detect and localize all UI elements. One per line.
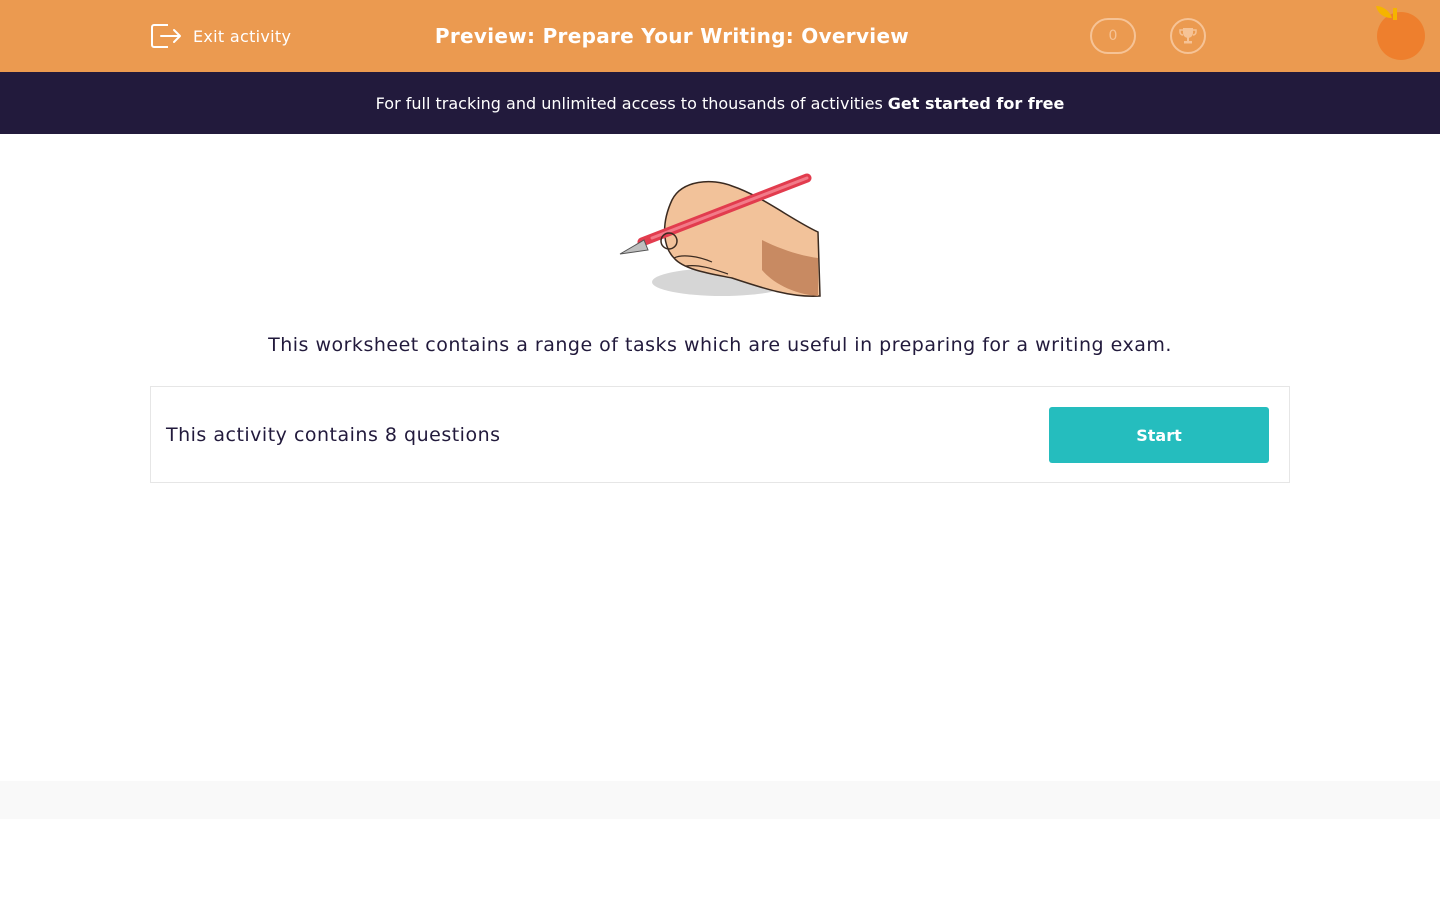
get-started-link[interactable]: Get started for free: [888, 94, 1065, 113]
trophy-icon: [1179, 28, 1197, 44]
hand-writing-illustration: [619, 173, 821, 298]
footer-strip: [0, 781, 1440, 819]
trophy-button[interactable]: [1170, 18, 1206, 54]
orange-logo: [1376, 6, 1425, 60]
score-counter: 0: [1090, 18, 1136, 54]
signup-banner: For full tracking and unlimited access t…: [0, 72, 1440, 134]
activity-card: This activity contains 8 questions Start: [150, 386, 1290, 483]
start-button[interactable]: Start: [1049, 407, 1269, 463]
page-title: Preview: Prepare Your Writing: Overview: [434, 24, 910, 48]
top-header-bar: Exit activity Preview: Prepare Your Writ…: [0, 0, 1440, 72]
question-count-text: This activity contains 8 questions: [166, 424, 501, 446]
activity-description: This worksheet contains a range of tasks…: [268, 334, 1172, 356]
banner-text: For full tracking and unlimited access t…: [375, 93, 883, 113]
